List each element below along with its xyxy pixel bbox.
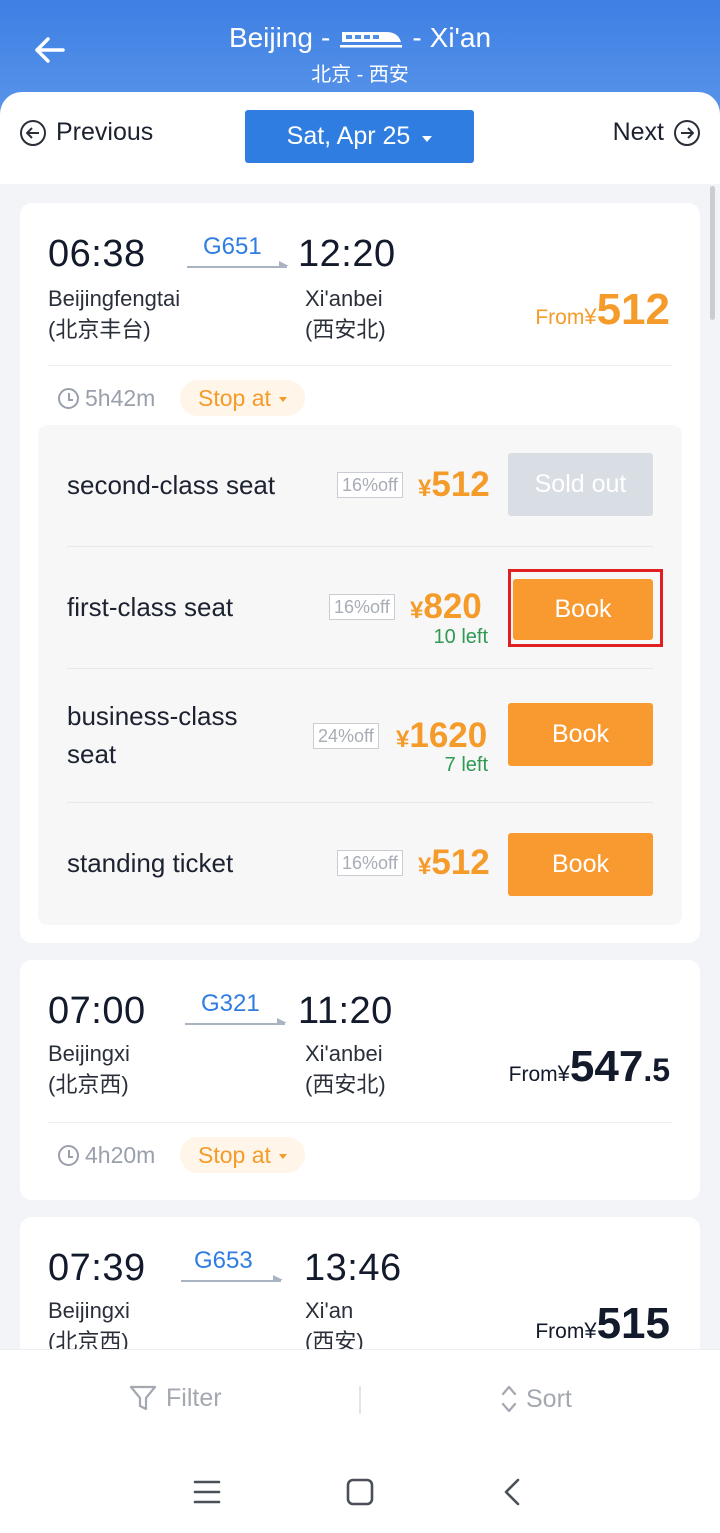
from-station: Beijingfengtai (北京丰台) xyxy=(48,286,181,342)
next-day-button[interactable]: Next xyxy=(613,118,700,147)
funnel-icon xyxy=(129,1385,157,1411)
recent-apps-button[interactable] xyxy=(187,1474,227,1510)
book-button[interactable]: Book xyxy=(508,833,653,896)
lowest-price: From ¥ 547 .5 xyxy=(508,1042,670,1091)
sold-out-button[interactable]: Sold out xyxy=(508,453,653,516)
seat-row: second-class seat 16%off ¥512 Sold out xyxy=(38,425,682,546)
caret-down-icon xyxy=(278,1154,287,1159)
lowest-price: From ¥ 512 xyxy=(535,285,670,334)
arrive-time: 13:46 xyxy=(304,1247,402,1289)
seat-options: second-class seat 16%off ¥512 Sold out f… xyxy=(38,425,682,925)
next-label: Next xyxy=(612,118,664,146)
separator xyxy=(359,1386,361,1414)
train-card[interactable]: 07:00 G321 11:20 Beijingxi (北京西) Xi'anbe… xyxy=(20,960,700,1200)
seat-price: ¥512 xyxy=(418,465,490,504)
sort-arrows-icon xyxy=(501,1385,517,1413)
from-station: Beijingxi (北京西) xyxy=(48,1041,130,1097)
seats-left: 7 left xyxy=(444,754,488,776)
train-number: G653 xyxy=(194,1247,253,1274)
system-back-button[interactable] xyxy=(492,1474,532,1510)
seat-price: ¥820 xyxy=(410,587,482,626)
caret-down-icon xyxy=(278,397,287,402)
caret-down-icon xyxy=(422,135,433,142)
stop-at-button[interactable]: Stop at xyxy=(180,1137,305,1173)
depart-time: 06:38 xyxy=(48,233,146,275)
arrive-time: 11:20 xyxy=(298,990,393,1032)
seat-row: standing ticket 16%off ¥512 Book xyxy=(38,802,682,925)
date-bar: Previous Sat, Apr 25 Next xyxy=(0,92,720,184)
discount-badge: 16%off xyxy=(337,472,403,498)
seat-name: second-class seat xyxy=(67,470,276,500)
route-title: Beijing - - Xi'an 北京 - 西安 xyxy=(0,18,720,86)
route-arrow xyxy=(181,1275,283,1282)
duration: 4h20m xyxy=(58,1142,155,1169)
circle-arrow-left-icon xyxy=(20,119,46,146)
lowest-price: From ¥ 515 xyxy=(535,1299,670,1348)
to-station: Xi'anbei (西安北) xyxy=(305,286,386,342)
filter-button[interactable]: Filter xyxy=(128,1383,222,1413)
book-button[interactable]: Book xyxy=(508,703,653,766)
clock-icon xyxy=(58,388,79,409)
train-number: G321 xyxy=(201,990,260,1017)
depart-time: 07:39 xyxy=(48,1247,146,1289)
discount-badge: 24%off xyxy=(313,723,379,749)
discount-badge: 16%off xyxy=(337,850,403,876)
date-selector[interactable]: Sat, Apr 25 xyxy=(245,110,474,163)
depart-time: 07:00 xyxy=(48,990,146,1032)
seats-left: 10 left xyxy=(433,626,488,648)
divider xyxy=(48,1122,672,1123)
seat-name: business-class seat xyxy=(67,701,238,769)
seat-row: business-class seat 24%off ¥1620 7 left … xyxy=(38,668,682,802)
menu-lines-icon xyxy=(193,1480,221,1504)
from-city: Beijing xyxy=(228,22,313,53)
discount-badge: 16%off xyxy=(329,594,395,620)
previous-label: Previous xyxy=(56,118,154,146)
highlight-box xyxy=(508,569,663,647)
divider xyxy=(48,365,672,366)
circle-arrow-right-icon xyxy=(674,119,700,146)
scrollbar[interactable] xyxy=(710,186,715,320)
train-icon xyxy=(340,32,403,48)
seat-price: ¥512 xyxy=(418,843,490,882)
from-station: Beijingxi (北京西) xyxy=(48,1298,130,1354)
seat-name: first-class seat xyxy=(67,592,234,622)
route-arrow xyxy=(185,1018,287,1025)
seat-name: standing ticket xyxy=(67,848,234,878)
route-arrow xyxy=(187,261,289,268)
sort-button[interactable]: Sort xyxy=(500,1383,572,1415)
duration: 5h42m xyxy=(58,385,155,412)
clock-icon xyxy=(58,1145,79,1166)
bottom-toolbar: Filter Sort xyxy=(0,1349,720,1533)
to-city: Xi'an xyxy=(429,22,492,53)
to-station: Xi'anbei (西安北) xyxy=(305,1041,386,1097)
stop-at-button[interactable]: Stop at xyxy=(180,380,305,416)
to-station: Xi'an (西安) xyxy=(305,1298,364,1354)
date-label: Sat, Apr 25 xyxy=(286,122,411,150)
square-icon xyxy=(346,1478,374,1506)
route-chinese: 北京 - 西安 xyxy=(311,64,409,86)
arrive-time: 12:20 xyxy=(298,233,396,275)
home-button[interactable] xyxy=(340,1474,380,1510)
previous-day-button[interactable]: Previous xyxy=(20,118,153,147)
train-number: G651 xyxy=(203,233,262,260)
seat-price: ¥1620 xyxy=(396,716,488,755)
chevron-left-icon xyxy=(504,1478,520,1506)
